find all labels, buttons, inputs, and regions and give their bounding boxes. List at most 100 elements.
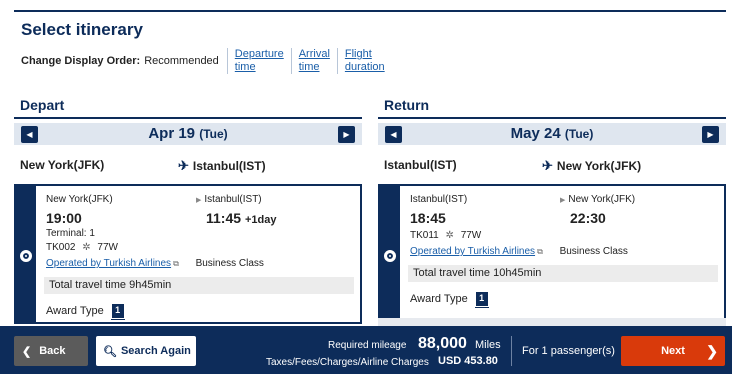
return-flight-info: TK011 ✲ 77W [410, 230, 481, 241]
depart-date: Apr 19 (Tue) [14, 125, 362, 142]
depart-arr-time-wrap: 11:45 +1day [206, 210, 276, 226]
depart-route-destination-wrap: ✈ Istanbul(IST) [178, 158, 266, 174]
return-dep-time: 18:45 [410, 210, 446, 226]
sort-link-line2: duration [344, 61, 385, 73]
chevron-left-icon: ❮ [22, 345, 32, 358]
return-award-row: Award Type 1 [410, 292, 489, 308]
star-alliance-icon: ✲ [445, 230, 454, 241]
depart-operator-row: Operated by Turkish Airlines ⧉ Business C… [46, 258, 264, 269]
return-cabin: Business Class [559, 246, 628, 257]
depart-section-title: Depart [20, 97, 65, 113]
display-order-label: Change Display Order: [21, 55, 141, 67]
return-flight-no: TK011 [410, 230, 439, 241]
depart-arr-airport: Istanbul(IST) [204, 194, 262, 205]
sort-link-line2: time [298, 61, 320, 73]
return-date: May 24 (Tue) [378, 125, 726, 142]
chevron-right-icon: ❯ [706, 342, 718, 359]
depart-dep-airport: New York(JFK) [46, 194, 113, 205]
return-dep-airport: Istanbul(IST) [410, 194, 468, 205]
return-column: Return ◀ May 24 (Tue) ▶ Istanbul(IST) ✈ … [378, 96, 726, 336]
external-link-icon: ⧉ [537, 247, 543, 256]
return-section-divider [378, 117, 726, 119]
depart-terminal: Terminal: 1 [46, 228, 95, 239]
depart-travel-time: Total travel time 9h45min [44, 277, 354, 294]
depart-award-row: Award Type 1 [46, 304, 125, 320]
search-again-label: Search Again [120, 345, 191, 357]
depart-next-date-button[interactable]: ▶ [338, 126, 355, 143]
return-aircraft: 77W [460, 230, 482, 241]
return-award-badge: 1 [474, 292, 489, 308]
sort-link-line2: time [234, 61, 256, 73]
search-again-button[interactable]: 🔍︎ Search Again [96, 336, 196, 366]
depart-flight-no: TK002 [46, 242, 76, 253]
airplane-icon: ✈ [542, 158, 553, 173]
passenger-count: For 1 passenger(s) [522, 345, 615, 357]
top-divider [14, 10, 726, 12]
search-icon: 🔍︎ [103, 345, 117, 358]
return-award-label: Award Type [410, 293, 468, 305]
next-option-peek [378, 318, 726, 326]
depart-arr-airport-wrap: ▶ Istanbul(IST) [196, 194, 262, 205]
depart-flight-info: TK002 ✲ 77W [46, 242, 118, 253]
depart-flight-radio[interactable] [20, 250, 32, 262]
external-link-icon: ⧉ [173, 259, 179, 268]
return-travel-time: Total travel time 10h45min [408, 265, 718, 282]
taxes-label: Taxes/Fees/Charges/Airline Charges [266, 357, 429, 368]
depart-arr-nextday: +1day [244, 214, 277, 226]
return-flight-radio[interactable] [384, 250, 396, 262]
depart-route-destination: Istanbul(IST) [192, 159, 266, 173]
return-date-bar: ◀ May 24 (Tue) ▶ [378, 123, 726, 145]
depart-column: Depart ◀ Apr 19 (Tue) ▶ New York(JFK) ✈ … [14, 96, 362, 336]
display-order-row: Change Display Order: Recommended Depart… [21, 48, 392, 74]
return-arr-time: 22:30 [570, 210, 606, 226]
booking-footer: ❮ Back 🔍︎ Search Again Required mileage … [0, 326, 732, 374]
depart-arr-time: 11:45 [206, 210, 242, 226]
chevron-right-icon: ▶ [707, 130, 714, 139]
star-alliance-icon: ✲ [82, 242, 91, 253]
return-section-title: Return [384, 97, 430, 113]
required-mileage-label: Required mileage [328, 340, 407, 351]
sort-arrival-time-link[interactable]: Arrival time [290, 48, 337, 74]
depart-dep-time: 19:00 [46, 210, 82, 226]
required-mileage-value: 88,000 [418, 335, 467, 352]
sort-link-line1: Departure [234, 48, 284, 60]
return-date-value: May 24 [510, 125, 561, 142]
sort-departure-time-link[interactable]: Departure time [226, 48, 291, 74]
taxes-value: USD 453.80 [438, 355, 498, 367]
return-next-date-button[interactable]: ▶ [702, 126, 719, 143]
back-button[interactable]: ❮ Back [14, 336, 88, 366]
return-flight-option[interactable]: Istanbul(IST) ▶ New York(JFK) 18:45 22:30… [378, 184, 726, 324]
arrow-right-icon: ▶ [560, 197, 566, 204]
next-button-label: Next [661, 345, 685, 357]
chevron-right-icon: ▶ [343, 130, 350, 139]
depart-date-dow: (Tue) [199, 127, 228, 141]
return-route-destination: New York(JFK) [556, 159, 642, 173]
arrow-right-icon: ▶ [196, 197, 202, 204]
return-date-dow: (Tue) [564, 127, 594, 141]
next-button[interactable]: Next ❯ [621, 336, 725, 366]
sort-link-line1: Flight [344, 48, 372, 60]
return-route-origin: Istanbul(IST) [384, 158, 457, 172]
back-button-label: Back [39, 345, 66, 357]
sort-link-line1: Arrival [298, 48, 330, 60]
return-operator-row: Operated by Turkish Airlines ⧉ Business C… [410, 246, 628, 257]
required-mileage-unit: Miles [475, 339, 501, 351]
footer-divider [511, 336, 512, 366]
depart-award-label: Award Type [46, 305, 104, 317]
depart-date-value: Apr 19 [148, 125, 196, 142]
depart-section-divider [14, 117, 362, 119]
return-arr-airport-wrap: ▶ New York(JFK) [560, 194, 635, 205]
display-order-current: Recommended [144, 55, 219, 67]
depart-cabin: Business Class [195, 258, 264, 269]
sort-flight-duration-link[interactable]: Flight duration [336, 48, 392, 74]
airplane-icon: ✈ [178, 158, 189, 173]
return-route-destination-wrap: ✈ New York(JFK) [542, 158, 641, 174]
depart-operated-by-link[interactable]: Operated by Turkish Airlines [46, 258, 171, 269]
page-title: Select itinerary [21, 20, 143, 39]
depart-flight-option[interactable]: New York(JFK) ▶ Istanbul(IST) 19:00 11:45… [14, 184, 362, 324]
depart-aircraft: 77W [97, 242, 118, 253]
return-operated-by-link[interactable]: Operated by Turkish Airlines [410, 246, 535, 257]
return-arr-airport: New York(JFK) [568, 194, 636, 205]
depart-date-bar: ◀ Apr 19 (Tue) ▶ [14, 123, 362, 145]
depart-route-origin: New York(JFK) [20, 158, 105, 172]
